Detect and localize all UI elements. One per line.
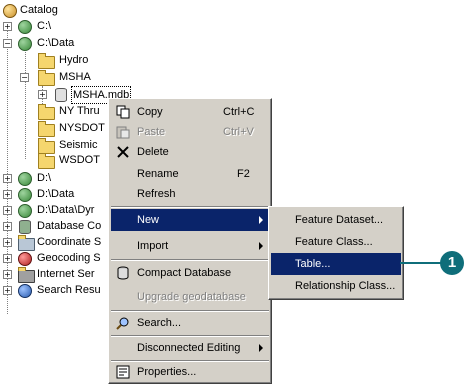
new-submenu: Feature Dataset... Feature Class... Tabl…: [268, 206, 404, 300]
menu-item-copy[interactable]: Copy Ctrl+C: [111, 101, 269, 123]
submenu-item-feature-class[interactable]: Feature Class...: [271, 231, 401, 253]
folder-icon: [38, 121, 55, 137]
expand-plus-icon[interactable]: +: [3, 190, 12, 199]
folder-open-icon: [38, 70, 55, 86]
menu-item-new[interactable]: New: [111, 209, 269, 231]
copy-icon: [116, 105, 130, 119]
submenu-arrow-icon: [259, 344, 263, 352]
callout-leader-line: [400, 262, 442, 264]
context-menu: Copy Ctrl+C Paste Ctrl+V Delete Rename F…: [108, 98, 272, 384]
expand-plus-icon[interactable]: +: [38, 90, 47, 99]
search-results-icon: [18, 284, 32, 298]
folder-connection-icon: [18, 204, 32, 218]
menu-item-search[interactable]: Search...: [111, 312, 269, 334]
catalog-icon: [3, 4, 17, 18]
folder-icon: [38, 104, 55, 120]
menu-item-compact-database[interactable]: Compact Database: [111, 262, 269, 284]
submenu-arrow-icon: [259, 216, 263, 224]
compact-database-icon: [117, 266, 129, 280]
expand-plus-icon[interactable]: +: [3, 22, 12, 31]
search-icon: [116, 317, 129, 330]
collapse-minus-icon[interactable]: −: [3, 39, 12, 48]
personal-geodatabase-icon: [55, 88, 67, 102]
internet-servers-icon: [18, 267, 35, 283]
menu-item-properties[interactable]: Properties...: [111, 361, 269, 383]
tree-line: [25, 52, 26, 159]
folder-icon: [38, 53, 55, 69]
folder-connection-icon: [18, 172, 32, 186]
expand-plus-icon[interactable]: +: [3, 222, 12, 231]
expand-plus-icon[interactable]: +: [3, 254, 12, 263]
geocoding-icon: [18, 252, 32, 266]
menu-item-import[interactable]: Import: [111, 235, 269, 257]
menu-item-rename[interactable]: Rename F2: [111, 163, 269, 185]
menu-item-paste[interactable]: Paste Ctrl+V: [111, 121, 269, 143]
menu-item-upgrade-geodatabase[interactable]: Upgrade geodatabase: [111, 286, 269, 308]
database-connections-icon: [19, 220, 31, 234]
menu-separator: [111, 206, 269, 208]
menu-item-refresh[interactable]: Refresh: [111, 183, 269, 205]
submenu-item-table[interactable]: Table...: [271, 253, 401, 275]
submenu-arrow-icon: [259, 242, 263, 250]
folder-connection-icon: [18, 20, 32, 34]
expand-plus-icon[interactable]: +: [3, 286, 12, 295]
folder-connection-icon: [18, 37, 32, 51]
menu-separator: [111, 259, 269, 261]
folder-icon: [38, 153, 55, 169]
expand-plus-icon[interactable]: +: [3, 270, 12, 279]
callout-badge: 1: [440, 251, 464, 275]
delete-icon: [117, 146, 129, 158]
expand-plus-icon[interactable]: +: [3, 206, 12, 215]
coordinate-systems-icon: [18, 235, 35, 251]
menu-item-disconnected-editing[interactable]: Disconnected Editing: [111, 337, 269, 359]
expand-plus-icon[interactable]: +: [3, 174, 12, 183]
menu-item-delete[interactable]: Delete: [111, 141, 269, 163]
collapse-minus-icon[interactable]: −: [20, 73, 29, 82]
folder-connection-icon: [18, 188, 32, 202]
properties-icon: [116, 365, 130, 379]
paste-icon: [116, 126, 130, 139]
expand-plus-icon[interactable]: +: [3, 238, 12, 247]
submenu-item-feature-dataset[interactable]: Feature Dataset...: [271, 209, 401, 231]
submenu-item-relationship-class[interactable]: Relationship Class...: [271, 275, 401, 297]
